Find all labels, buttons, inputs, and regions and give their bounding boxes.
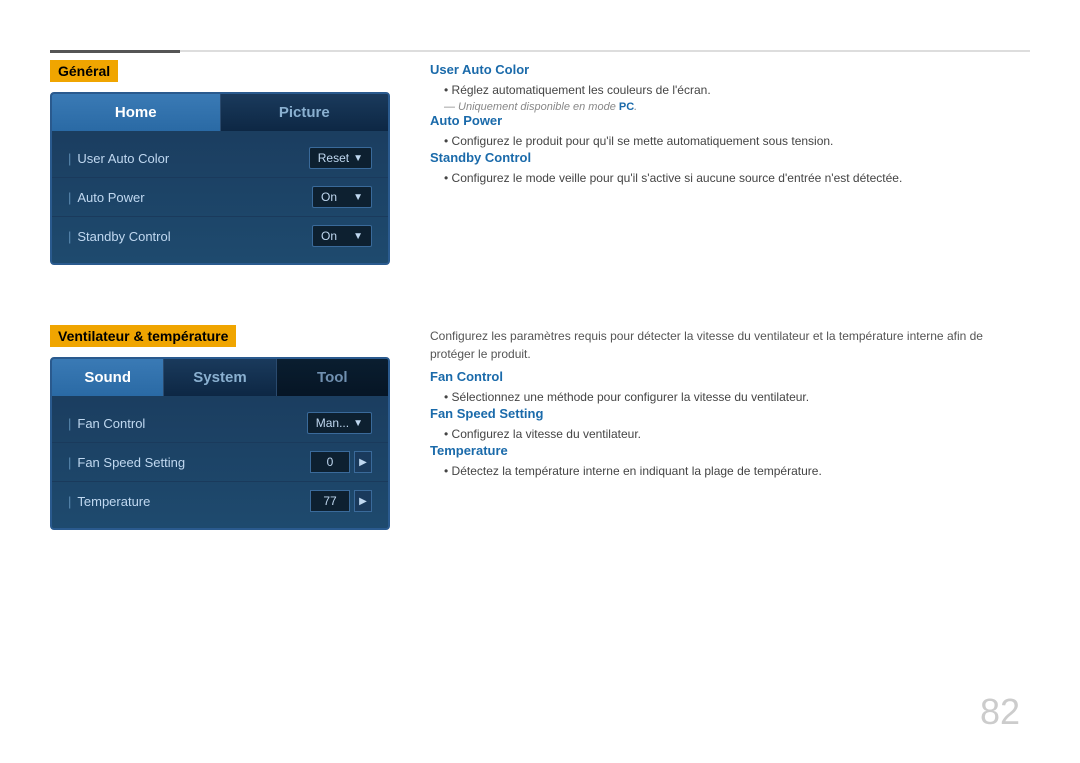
control-standby-control[interactable]: On ▼ bbox=[312, 225, 372, 247]
row-fan-speed: Fan Speed Setting 0 ▶ bbox=[52, 443, 388, 482]
top-divider bbox=[50, 50, 1030, 52]
dropdown-arrow-2: ▼ bbox=[353, 192, 363, 203]
page-number: 82 bbox=[980, 691, 1020, 733]
info-header-temp: Temperature bbox=[430, 443, 1030, 458]
label-fan-control: Fan Control bbox=[68, 416, 307, 431]
section1-rows: User Auto Color Reset ▼ Auto Power bbox=[52, 131, 388, 263]
info-text-fss: Configurez la vitesse du ventilateur. bbox=[430, 425, 1030, 443]
label-auto-power: Auto Power bbox=[68, 190, 312, 205]
info-standby-control: Standby Control Configurez le mode veill… bbox=[430, 150, 1030, 187]
highlight-pc: PC bbox=[619, 101, 634, 113]
control-fan-speed[interactable]: 0 ▶ bbox=[310, 451, 372, 473]
section2-title: Ventilateur & température bbox=[50, 325, 236, 347]
info-user-auto-color: User Auto Color Réglez automatiquement l… bbox=[430, 62, 1030, 113]
control-fan-control[interactable]: Man... ▼ bbox=[307, 412, 372, 434]
label-temperature: Temperature bbox=[68, 494, 310, 509]
section-ventilateur: Ventilateur & température Sound System T… bbox=[50, 325, 1030, 530]
label-standby-control: Standby Control bbox=[68, 229, 312, 244]
section1-left: Général Home Picture User Auto Color Res… bbox=[50, 60, 390, 265]
row-standby-control: Standby Control On ▼ bbox=[52, 217, 388, 255]
info-note-uac: — Uniquement disponible en mode PC. bbox=[430, 101, 1030, 113]
row-fan-control: Fan Control Man... ▼ bbox=[52, 404, 388, 443]
info-text-fc: Sélectionnez une méthode pour configurer… bbox=[430, 388, 1030, 406]
section2-right: Configurez les paramètres requis pour dé… bbox=[430, 325, 1030, 530]
arrow-btn-temperature[interactable]: ▶ bbox=[354, 490, 372, 512]
tab-sound[interactable]: Sound bbox=[52, 359, 164, 396]
section-general: Général Home Picture User Auto Color Res… bbox=[50, 60, 1030, 265]
info-header-fc: Fan Control bbox=[430, 369, 1030, 384]
row-auto-power: Auto Power On ▼ bbox=[52, 178, 388, 217]
dropdown-arrow-1: ▼ bbox=[353, 153, 363, 164]
dropdown-on-1[interactable]: On ▼ bbox=[312, 186, 372, 208]
dropdown-reset[interactable]: Reset ▼ bbox=[309, 147, 372, 169]
section1-right: User Auto Color Réglez automatiquement l… bbox=[430, 60, 1030, 265]
value-temperature: 77 bbox=[310, 490, 350, 512]
section2-tabs: Sound System Tool bbox=[52, 359, 388, 396]
tab-home[interactable]: Home bbox=[52, 94, 221, 131]
section1-title: Général bbox=[50, 60, 118, 82]
control-auto-power[interactable]: On ▼ bbox=[312, 186, 372, 208]
control-temperature[interactable]: 77 ▶ bbox=[310, 490, 372, 512]
info-text-uac: Réglez automatiquement les couleurs de l… bbox=[430, 81, 1030, 99]
dropdown-man[interactable]: Man... ▼ bbox=[307, 412, 372, 434]
dropdown-on-2[interactable]: On ▼ bbox=[312, 225, 372, 247]
row-user-auto-color: User Auto Color Reset ▼ bbox=[52, 139, 388, 178]
section2-rows: Fan Control Man... ▼ Fan Speed Setting 0 bbox=[52, 396, 388, 528]
info-header-sc: Standby Control bbox=[430, 150, 1030, 165]
value-fan-speed: 0 bbox=[310, 451, 350, 473]
tab-picture[interactable]: Picture bbox=[221, 94, 389, 131]
info-header-fss: Fan Speed Setting bbox=[430, 406, 1030, 421]
info-header-ap: Auto Power bbox=[430, 113, 1030, 128]
info-text-temp: Détectez la température interne en indiq… bbox=[430, 462, 1030, 480]
section2-menu-box: Sound System Tool Fan Control Man... ▼ bbox=[50, 357, 390, 530]
info-temperature: Temperature Détectez la température inte… bbox=[430, 443, 1030, 480]
row-temperature: Temperature 77 ▶ bbox=[52, 482, 388, 520]
section2-left: Ventilateur & température Sound System T… bbox=[50, 325, 390, 530]
info-text-ap: Configurez le produit pour qu'il se mett… bbox=[430, 132, 1030, 150]
tab-system[interactable]: System bbox=[164, 359, 276, 396]
info-fan-control: Fan Control Sélectionnez une méthode pou… bbox=[430, 369, 1030, 406]
top-divider-short bbox=[50, 50, 180, 53]
tab-tool[interactable]: Tool bbox=[277, 359, 388, 396]
info-text-sc: Configurez le mode veille pour qu'il s'a… bbox=[430, 169, 1030, 187]
control-user-auto-color[interactable]: Reset ▼ bbox=[309, 147, 372, 169]
dropdown-arrow-3: ▼ bbox=[353, 231, 363, 242]
info-header-uac: User Auto Color bbox=[430, 62, 1030, 77]
info-auto-power: Auto Power Configurez le produit pour qu… bbox=[430, 113, 1030, 150]
section1-menu-box: Home Picture User Auto Color Reset ▼ bbox=[50, 92, 390, 265]
arrow-btn-fan-speed[interactable]: ▶ bbox=[354, 451, 372, 473]
label-fan-speed: Fan Speed Setting bbox=[68, 455, 310, 470]
dropdown-arrow-4: ▼ bbox=[353, 418, 363, 429]
section2-intro: Configurez les paramètres requis pour dé… bbox=[430, 327, 1030, 363]
info-fan-speed-setting: Fan Speed Setting Configurez la vitesse … bbox=[430, 406, 1030, 443]
section1-tabs: Home Picture bbox=[52, 94, 388, 131]
label-user-auto-color: User Auto Color bbox=[68, 151, 309, 166]
